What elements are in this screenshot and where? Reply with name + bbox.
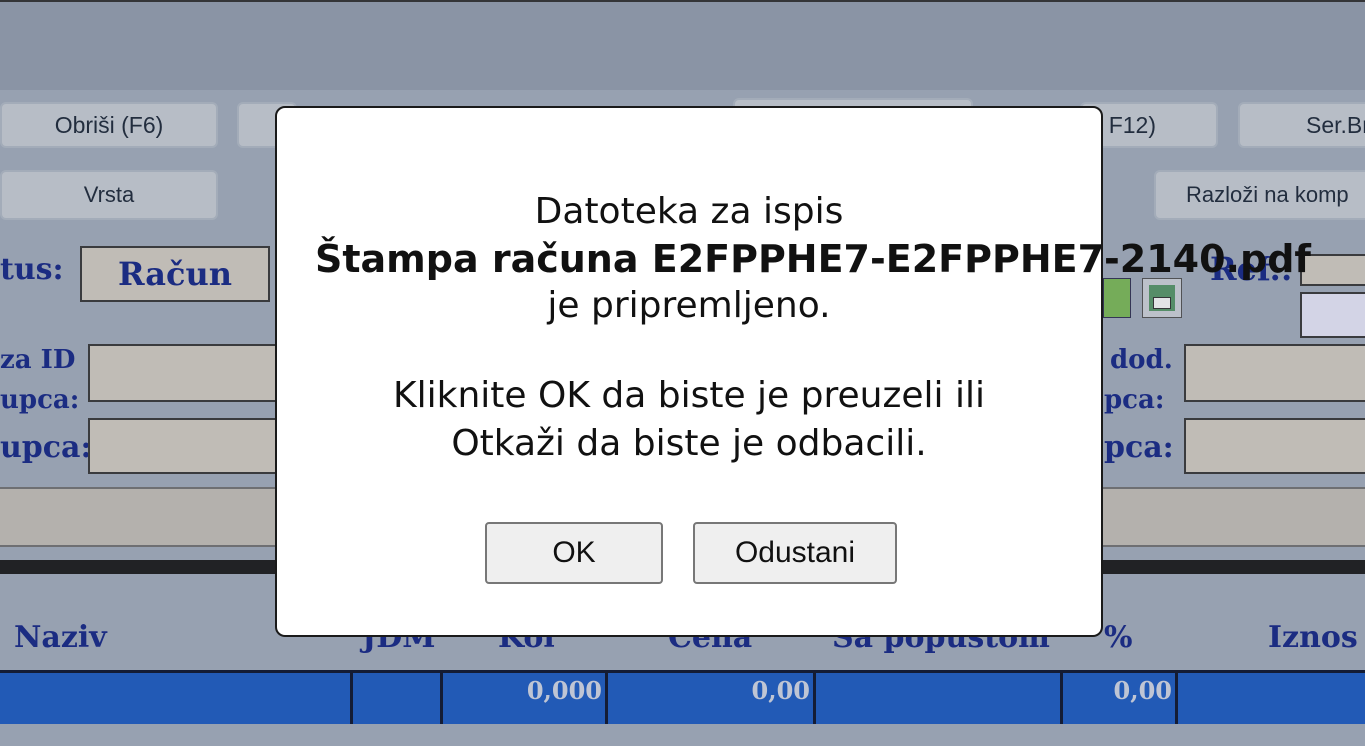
dialog-line-3: je pripremljeno. [547, 285, 831, 326]
ok-button[interactable]: OK [485, 522, 663, 584]
dialog-line-5: Otkaži da biste je odbacili. [451, 423, 927, 464]
dialog-line-1: Datoteka za ispis [534, 191, 844, 232]
cancel-button[interactable]: Odustani [693, 522, 897, 584]
dialog-filename: Štampa računa E2FPPHE7-E2FPPHE7-2140.pdf [315, 237, 1311, 281]
dialog-line-4: Kliknite OK da biste je preuzeli ili [393, 375, 985, 416]
download-dialog: Datoteka za ispis Štampa računa E2FPPHE7… [275, 106, 1311, 637]
